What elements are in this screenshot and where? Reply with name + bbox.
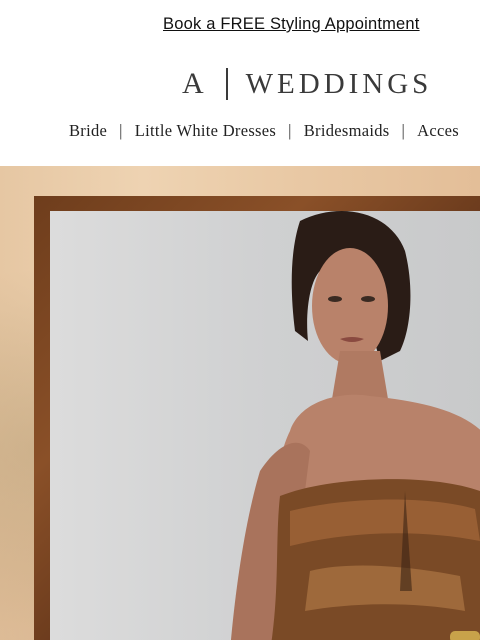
hero-banner[interactable] [0,166,480,640]
hero-photo[interactable] [50,211,480,640]
styling-appointment-link[interactable]: Book a FREE Styling Appointment [163,15,420,34]
nav-item-accessories[interactable]: Acces [417,121,459,140]
logo-divider [225,68,228,100]
logo-letter: A [182,67,206,100]
model-illustration [230,211,480,640]
nav-item-bridesmaids[interactable]: Bridesmaids [304,121,390,140]
nav-item-bride[interactable]: Bride [69,121,107,140]
nav-separator: | [119,121,123,140]
logo-wordmark: WEDDINGS [245,67,433,100]
nav-separator: | [401,121,406,140]
main-nav: Bride | Little White Dresses | Bridesmaids | A… [69,121,459,141]
nav-item-little-white-dresses[interactable]: Little White Dresses [135,121,276,140]
promo-bar: Book a FREE Styling Appointment [0,0,480,50]
brand-logo[interactable]: A WEDDINGS [182,66,432,102]
nav-separator: | [288,121,292,140]
